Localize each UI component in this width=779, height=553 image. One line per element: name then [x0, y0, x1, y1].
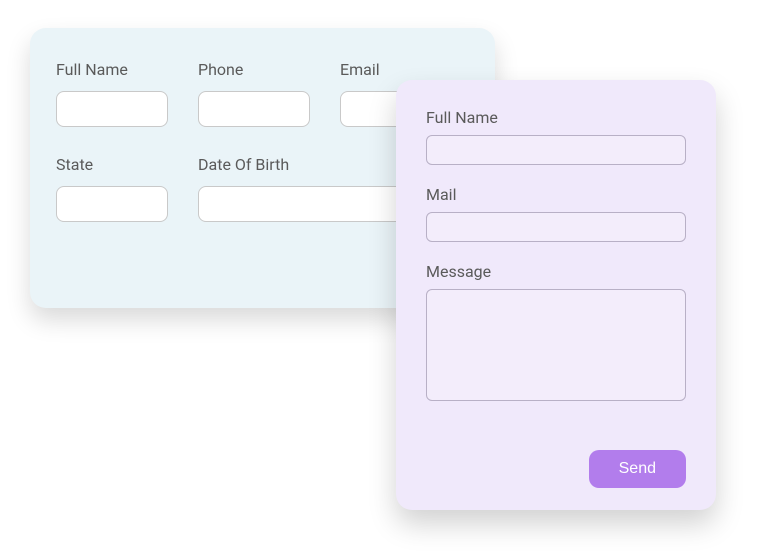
send-button[interactable]: Send	[589, 450, 686, 488]
phone-label: Phone	[198, 60, 310, 79]
front-full-name-input[interactable]	[426, 135, 686, 165]
front-message-label: Message	[426, 262, 686, 281]
state-input[interactable]	[56, 186, 168, 222]
form-card-front: Full Name Mail Message Send	[396, 80, 716, 510]
phone-input[interactable]	[198, 91, 310, 127]
full-name-input[interactable]	[56, 91, 168, 127]
front-message-field: Message	[426, 262, 686, 401]
phone-field: Phone	[198, 60, 310, 127]
front-full-name-label: Full Name	[426, 108, 686, 127]
full-name-field: Full Name	[56, 60, 168, 127]
front-message-textarea[interactable]	[426, 289, 686, 401]
full-name-label: Full Name	[56, 60, 168, 79]
front-mail-input[interactable]	[426, 212, 686, 242]
state-field: State	[56, 155, 168, 222]
front-mail-label: Mail	[426, 185, 686, 204]
send-row: Send	[426, 450, 686, 488]
front-mail-field: Mail	[426, 185, 686, 242]
email-label: Email	[340, 60, 452, 79]
state-label: State	[56, 155, 168, 174]
front-full-name-field: Full Name	[426, 108, 686, 165]
